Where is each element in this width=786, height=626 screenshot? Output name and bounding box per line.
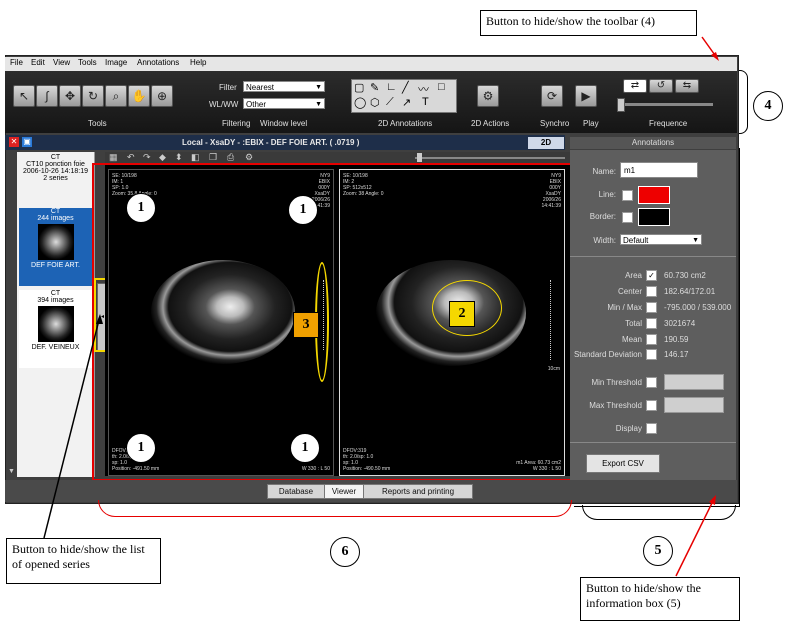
callout-info-toggle: Button to hide/show the information box …	[580, 577, 740, 621]
arrows-layer	[43, 36, 719, 577]
callout-series-toggle: Button to hide/show the list of opened s…	[6, 538, 161, 584]
